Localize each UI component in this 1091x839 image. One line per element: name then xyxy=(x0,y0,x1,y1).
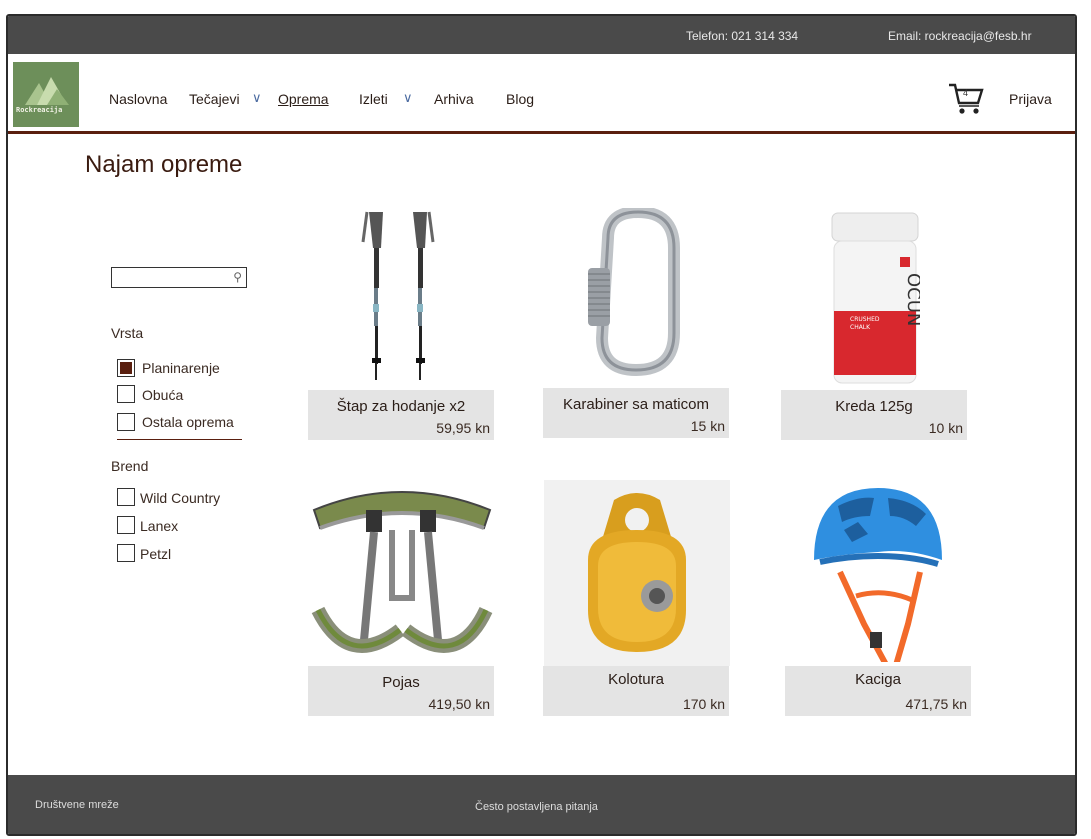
helmet-image[interactable] xyxy=(808,482,948,662)
checkbox-wild-country[interactable] xyxy=(117,488,135,506)
checkbox-label: Petzl xyxy=(140,546,172,562)
checkbox-planinarenje[interactable] xyxy=(117,359,135,377)
cart-icon[interactable] xyxy=(948,81,984,115)
product-card-info[interactable]: Pojas 419,50 kn xyxy=(308,666,494,716)
login-link[interactable]: Prijava xyxy=(1009,91,1052,107)
carabiner-image[interactable] xyxy=(578,208,688,376)
product-name: Kolotura xyxy=(608,671,664,688)
product-price: 59,95 kn xyxy=(436,420,490,436)
product-card-info[interactable]: Kreda 125g 10 kn xyxy=(781,390,967,440)
product-price: 10 kn xyxy=(928,420,963,436)
product-card-info[interactable]: Kaciga 471,75 kn xyxy=(785,666,971,716)
product-name: Kaciga xyxy=(855,671,901,688)
nav-item-izleti[interactable]: Izleti xyxy=(359,91,388,107)
footer-social-link[interactable]: Društvene mreže xyxy=(35,799,119,811)
product-card-info[interactable]: Kolotura 170 kn xyxy=(543,666,729,716)
product-price: 471,75 kn xyxy=(905,696,968,712)
checkbox-label: Planinarenje xyxy=(142,360,220,376)
product-name: Kreda 125g xyxy=(835,398,913,415)
product-card-info[interactable]: Karabiner sa maticom 15 kn xyxy=(543,388,729,438)
pulley-image[interactable] xyxy=(544,480,730,666)
nav-item-naslovna[interactable]: Naslovna xyxy=(109,91,167,107)
site-logo[interactable]: Rockreacija xyxy=(13,62,79,127)
cart-count-badge: 4 xyxy=(963,88,969,98)
page-footer: Društvene mreže Često postavljena pitanj… xyxy=(8,775,1075,834)
nav-item-oprema[interactable]: Oprema xyxy=(278,91,329,107)
mountain-icon xyxy=(25,77,69,105)
filter-divider xyxy=(117,439,242,440)
checkbox-label: Lanex xyxy=(140,518,179,534)
phone-text: Telefon: 021 314 334 xyxy=(686,29,799,43)
nav-item-tecajevi[interactable]: Tečajevi xyxy=(189,91,240,107)
logo-text: Rockreacija xyxy=(16,106,63,114)
chalk-jar-image[interactable]: OCUN CRUSHED CHALK xyxy=(830,211,920,386)
product-price: 419,50 kn xyxy=(428,696,491,712)
product-name: Karabiner sa maticom xyxy=(563,396,709,413)
product-name: Pojas xyxy=(382,674,420,691)
checkbox-petzl[interactable] xyxy=(117,544,135,562)
checkbox-lanex[interactable] xyxy=(117,516,135,534)
filter-heading-type: Vrsta xyxy=(111,325,144,341)
svg-text:CHALK: CHALK xyxy=(850,324,871,331)
checkbox-label: Obuća xyxy=(142,387,184,403)
nav-item-arhiva[interactable]: Arhiva xyxy=(434,91,474,107)
product-name: Štap za hodanje x2 xyxy=(336,398,466,415)
page-frame: Telefon: 021 314 334 Email: rockreacija@… xyxy=(6,14,1077,836)
footer-faq-link[interactable]: Često postavljena pitanja xyxy=(475,801,598,813)
harness-image[interactable] xyxy=(308,480,496,670)
page-title: Najam opreme xyxy=(85,151,243,178)
product-price: 170 kn xyxy=(682,696,725,712)
product-card-info[interactable]: Štap za hodanje x2 59,95 kn xyxy=(308,390,494,440)
email-link[interactable]: Email: rockreacija@fesb.hr xyxy=(888,29,1032,43)
checkbox-ostala-oprema[interactable] xyxy=(117,413,135,431)
top-contact-bar: Telefon: 021 314 334 Email: rockreacija@… xyxy=(8,16,1075,54)
nav-item-blog[interactable]: Blog xyxy=(506,91,534,107)
checkbox-label: Wild Country xyxy=(140,490,221,506)
svg-text:CRUSHED: CRUSHED xyxy=(850,316,880,323)
product-price: 15 kn xyxy=(690,418,725,434)
trekking-poles-image[interactable] xyxy=(353,208,443,383)
checkbox-label: Ostala oprema xyxy=(142,414,234,430)
chevron-down-icon[interactable]: ∨ xyxy=(403,90,413,106)
svg-text:OCUN: OCUN xyxy=(903,273,920,326)
chevron-down-icon[interactable]: ∨ xyxy=(252,90,262,106)
search-input[interactable]: ⚲ xyxy=(111,267,247,288)
main-navbar: Rockreacija Naslovna Tečajevi ∨ Oprema I… xyxy=(8,54,1075,134)
search-icon[interactable]: ⚲ xyxy=(233,270,242,284)
checkbox-obuca[interactable] xyxy=(117,385,135,403)
filter-heading-brand: Brend xyxy=(111,458,149,474)
